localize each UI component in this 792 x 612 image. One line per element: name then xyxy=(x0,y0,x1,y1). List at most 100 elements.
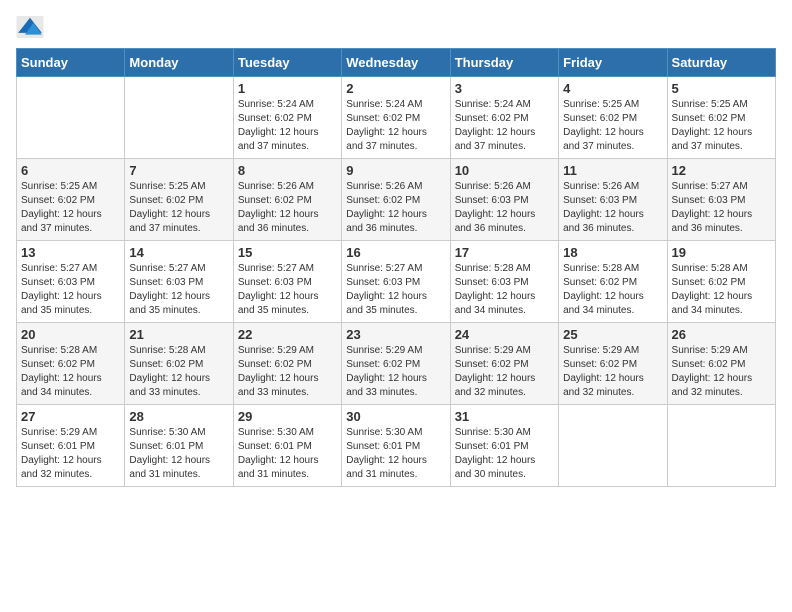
day-number: 29 xyxy=(238,409,337,424)
calendar-cell-3-6: 26 Sunrise: 5:29 AMSunset: 6:02 PMDayligh… xyxy=(667,323,775,405)
day-number: 18 xyxy=(563,245,662,260)
day-info: Sunrise: 5:29 AMSunset: 6:02 PMDaylight:… xyxy=(238,345,319,398)
calendar-cell-4-6 xyxy=(667,405,775,487)
day-info: Sunrise: 5:28 AMSunset: 6:03 PMDaylight:… xyxy=(455,263,536,316)
calendar-cell-0-5: 4 Sunrise: 5:25 AMSunset: 6:02 PMDaylight… xyxy=(559,77,667,159)
day-number: 3 xyxy=(455,81,554,96)
calendar-header-wednesday: Wednesday xyxy=(342,49,450,77)
calendar-header-thursday: Thursday xyxy=(450,49,558,77)
calendar-cell-1-5: 11Sunrise: 5:26 AMSunset: 6:03 PMDayligh… xyxy=(559,159,667,241)
calendar-cell-3-5: 25 Sunrise: 5:29 AMSunset: 6:02 PMDayligh… xyxy=(559,323,667,405)
calendar-cell-2-4: 17Sunrise: 5:28 AMSunset: 6:03 PMDayligh… xyxy=(450,241,558,323)
calendar-cell-3-3: 23 Sunrise: 5:29 AMSunset: 6:02 PMDayligh… xyxy=(342,323,450,405)
calendar-cell-2-3: 16 Sunrise: 5:27 AMSunset: 6:03 PMDayligh… xyxy=(342,241,450,323)
calendar-cell-4-4: 31 Sunrise: 5:30 AMSunset: 6:01 PMDayligh… xyxy=(450,405,558,487)
calendar-cell-1-0: 6 Sunrise: 5:25 AMSunset: 6:02 PMDaylight… xyxy=(17,159,125,241)
day-info: Sunrise: 5:29 AMSunset: 6:02 PMDaylight:… xyxy=(563,345,644,398)
calendar-cell-3-4: 24 Sunrise: 5:29 AMSunset: 6:02 PMDayligh… xyxy=(450,323,558,405)
day-number: 25 xyxy=(563,327,662,342)
day-info: Sunrise: 5:25 AMSunset: 6:02 PMDaylight:… xyxy=(129,181,210,234)
day-number: 27 xyxy=(21,409,120,424)
calendar-cell-2-1: 14 Sunrise: 5:27 AMSunset: 6:03 PMDayligh… xyxy=(125,241,233,323)
logo-icon xyxy=(16,16,44,38)
day-info: Sunrise: 5:25 AMSunset: 6:02 PMDaylight:… xyxy=(21,181,102,234)
calendar-cell-1-3: 9 Sunrise: 5:26 AMSunset: 6:02 PMDaylight… xyxy=(342,159,450,241)
day-info: Sunrise: 5:30 AMSunset: 6:01 PMDaylight:… xyxy=(129,427,210,480)
day-info: Sunrise: 5:30 AMSunset: 6:01 PMDaylight:… xyxy=(455,427,536,480)
day-info: Sunrise: 5:28 AMSunset: 6:02 PMDaylight:… xyxy=(563,263,644,316)
day-number: 14 xyxy=(129,245,228,260)
day-number: 1 xyxy=(238,81,337,96)
calendar-week-2: 6 Sunrise: 5:25 AMSunset: 6:02 PMDaylight… xyxy=(17,159,776,241)
day-number: 5 xyxy=(672,81,771,96)
calendar-header-sunday: Sunday xyxy=(17,49,125,77)
day-info: Sunrise: 5:24 AMSunset: 6:02 PMDaylight:… xyxy=(238,99,319,152)
day-info: Sunrise: 5:28 AMSunset: 6:02 PMDaylight:… xyxy=(21,345,102,398)
day-info: Sunrise: 5:26 AMSunset: 6:02 PMDaylight:… xyxy=(238,181,319,234)
calendar-cell-4-5 xyxy=(559,405,667,487)
day-number: 10 xyxy=(455,163,554,178)
logo xyxy=(16,16,48,38)
day-info: Sunrise: 5:30 AMSunset: 6:01 PMDaylight:… xyxy=(238,427,319,480)
calendar-cell-4-3: 30 Sunrise: 5:30 AMSunset: 6:01 PMDayligh… xyxy=(342,405,450,487)
calendar-cell-4-0: 27 Sunrise: 5:29 AMSunset: 6:01 PMDayligh… xyxy=(17,405,125,487)
calendar-cell-0-2: 1 Sunrise: 5:24 AMSunset: 6:02 PMDaylight… xyxy=(233,77,341,159)
day-info: Sunrise: 5:27 AMSunset: 6:03 PMDaylight:… xyxy=(238,263,319,316)
calendar-cell-3-0: 20 Sunrise: 5:28 AMSunset: 6:02 PMDayligh… xyxy=(17,323,125,405)
calendar-cell-1-4: 10 Sunrise: 5:26 AMSunset: 6:03 PMDayligh… xyxy=(450,159,558,241)
day-number: 8 xyxy=(238,163,337,178)
day-number: 31 xyxy=(455,409,554,424)
calendar-cell-4-2: 29 Sunrise: 5:30 AMSunset: 6:01 PMDayligh… xyxy=(233,405,341,487)
day-info: Sunrise: 5:24 AMSunset: 6:02 PMDaylight:… xyxy=(346,99,427,152)
calendar-cell-3-2: 22 Sunrise: 5:29 AMSunset: 6:02 PMDayligh… xyxy=(233,323,341,405)
calendar-cell-4-1: 28Sunrise: 5:30 AMSunset: 6:01 PMDayligh… xyxy=(125,405,233,487)
day-number: 15 xyxy=(238,245,337,260)
day-info: Sunrise: 5:29 AMSunset: 6:01 PMDaylight:… xyxy=(21,427,102,480)
day-info: Sunrise: 5:28 AMSunset: 6:02 PMDaylight:… xyxy=(129,345,210,398)
day-info: Sunrise: 5:27 AMSunset: 6:03 PMDaylight:… xyxy=(346,263,427,316)
day-number: 6 xyxy=(21,163,120,178)
calendar-header-tuesday: Tuesday xyxy=(233,49,341,77)
day-info: Sunrise: 5:26 AMSunset: 6:03 PMDaylight:… xyxy=(563,181,644,234)
calendar-cell-0-0 xyxy=(17,77,125,159)
day-info: Sunrise: 5:26 AMSunset: 6:02 PMDaylight:… xyxy=(346,181,427,234)
day-info: Sunrise: 5:25 AMSunset: 6:02 PMDaylight:… xyxy=(563,99,644,152)
day-info: Sunrise: 5:28 AMSunset: 6:02 PMDaylight:… xyxy=(672,263,753,316)
day-number: 19 xyxy=(672,245,771,260)
calendar-cell-1-2: 8 Sunrise: 5:26 AMSunset: 6:02 PMDaylight… xyxy=(233,159,341,241)
calendar-cell-1-1: 7Sunrise: 5:25 AMSunset: 6:02 PMDaylight… xyxy=(125,159,233,241)
calendar-cell-2-5: 18 Sunrise: 5:28 AMSunset: 6:02 PMDayligh… xyxy=(559,241,667,323)
calendar-table: SundayMondayTuesdayWednesdayThursdayFrid… xyxy=(16,48,776,487)
day-number: 20 xyxy=(21,327,120,342)
day-number: 9 xyxy=(346,163,445,178)
day-number: 13 xyxy=(21,245,120,260)
day-number: 24 xyxy=(455,327,554,342)
day-info: Sunrise: 5:29 AMSunset: 6:02 PMDaylight:… xyxy=(346,345,427,398)
day-info: Sunrise: 5:29 AMSunset: 6:02 PMDaylight:… xyxy=(455,345,536,398)
page-header xyxy=(16,16,776,38)
day-number: 2 xyxy=(346,81,445,96)
day-info: Sunrise: 5:29 AMSunset: 6:02 PMDaylight:… xyxy=(672,345,753,398)
day-info: Sunrise: 5:25 AMSunset: 6:02 PMDaylight:… xyxy=(672,99,753,152)
calendar-cell-2-6: 19 Sunrise: 5:28 AMSunset: 6:02 PMDayligh… xyxy=(667,241,775,323)
day-number: 22 xyxy=(238,327,337,342)
calendar-week-5: 27 Sunrise: 5:29 AMSunset: 6:01 PMDayligh… xyxy=(17,405,776,487)
calendar-week-3: 13 Sunrise: 5:27 AMSunset: 6:03 PMDayligh… xyxy=(17,241,776,323)
day-info: Sunrise: 5:26 AMSunset: 6:03 PMDaylight:… xyxy=(455,181,536,234)
day-number: 21 xyxy=(129,327,228,342)
calendar-header-friday: Friday xyxy=(559,49,667,77)
day-info: Sunrise: 5:27 AMSunset: 6:03 PMDaylight:… xyxy=(129,263,210,316)
calendar-header-monday: Monday xyxy=(125,49,233,77)
calendar-week-1: 1 Sunrise: 5:24 AMSunset: 6:02 PMDaylight… xyxy=(17,77,776,159)
day-number: 16 xyxy=(346,245,445,260)
day-number: 30 xyxy=(346,409,445,424)
day-number: 4 xyxy=(563,81,662,96)
calendar-header-row: SundayMondayTuesdayWednesdayThursdayFrid… xyxy=(17,49,776,77)
calendar-header-saturday: Saturday xyxy=(667,49,775,77)
day-number: 23 xyxy=(346,327,445,342)
day-number: 12 xyxy=(672,163,771,178)
day-number: 26 xyxy=(672,327,771,342)
calendar-cell-0-1 xyxy=(125,77,233,159)
calendar-cell-1-6: 12Sunrise: 5:27 AMSunset: 6:03 PMDayligh… xyxy=(667,159,775,241)
day-info: Sunrise: 5:30 AMSunset: 6:01 PMDaylight:… xyxy=(346,427,427,480)
